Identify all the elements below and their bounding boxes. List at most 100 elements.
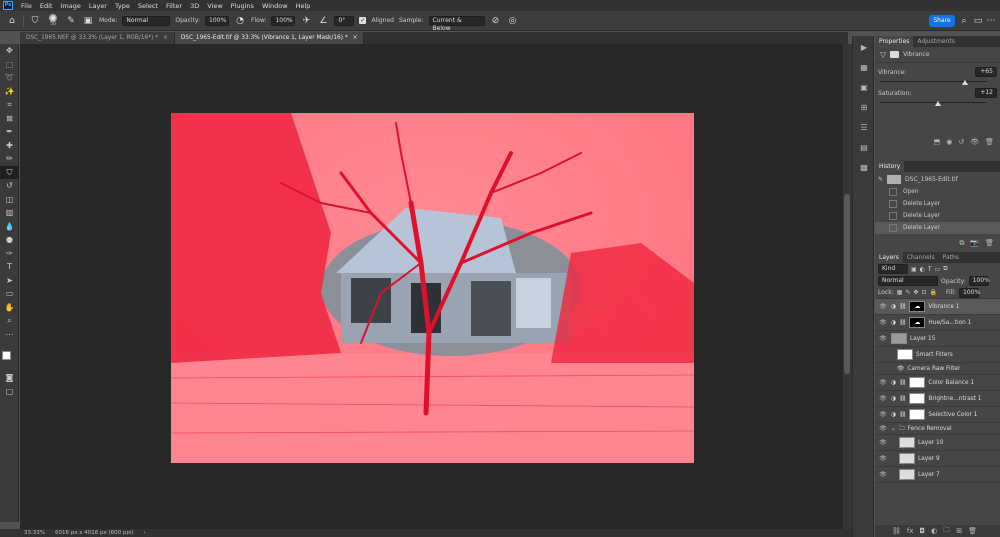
visibility-eye-icon[interactable]: 👁 <box>878 303 888 310</box>
layer-row[interactable]: 👁 Layer 9 <box>875 451 1000 467</box>
new-group-icon[interactable]: 🗀 <box>943 526 950 537</box>
clip-to-layer-icon[interactable]: ⬒ <box>934 138 941 146</box>
airbrush-icon[interactable]: ✈ <box>300 15 312 27</box>
eraser-tool-icon[interactable]: ◫ <box>0 193 19 207</box>
brush-settings-icon[interactable]: ✎ <box>65 15 77 27</box>
menu-layer[interactable]: Layer <box>85 2 111 10</box>
kind-filter-select[interactable]: Kind <box>878 264 908 274</box>
filter-shape-icon[interactable]: ▭ <box>935 266 941 273</box>
sample-select[interactable]: Current & Below <box>428 15 485 32</box>
layer-mask-thumbnail[interactable]: ☁ <box>909 301 926 312</box>
brush-tool-icon[interactable]: ✏ <box>0 152 19 166</box>
close-icon[interactable]: × <box>353 35 358 41</box>
filter-smart-icon[interactable]: ⧉ <box>943 265 947 273</box>
aligned-checkbox[interactable]: ✓ <box>359 17 367 24</box>
share-button[interactable]: Share <box>929 15 955 27</box>
brush-size-picker[interactable]: 50 <box>46 14 60 27</box>
layer-name[interactable]: Fence Removal <box>908 426 952 432</box>
vibrance-slider-handle[interactable] <box>961 80 968 85</box>
home-icon[interactable]: ⌂ <box>6 15 18 27</box>
clone-stamp-tool-icon[interactable]: ⛉ <box>0 165 19 179</box>
glyphs-icon[interactable]: ▣ <box>853 78 875 98</box>
magic-wand-tool-icon[interactable]: ✨ <box>0 85 19 99</box>
visibility-eye-icon[interactable]: 👁 <box>878 379 888 386</box>
settings-icon[interactable]: ⋯ <box>985 15 997 27</box>
crop-tool-icon[interactable]: ⌗ <box>0 98 19 112</box>
healing-brush-tool-icon[interactable]: ✚ <box>0 139 19 153</box>
tab-channels[interactable]: Channels <box>903 252 939 263</box>
zoom-tool-icon[interactable]: ⌕ <box>0 314 19 328</box>
menu-select[interactable]: Select <box>134 2 162 10</box>
zoom-level[interactable]: 33.33% <box>24 530 45 536</box>
layer-name[interactable]: Color Balance 1 <box>928 380 974 386</box>
saturation-slider[interactable] <box>878 99 997 107</box>
layer-name[interactable]: Layer 15 <box>910 336 935 342</box>
tab-layers[interactable]: Layers <box>875 252 903 263</box>
layer-row-smart-filters[interactable]: Smart Filters <box>875 347 1000 363</box>
eyedropper-tool-icon[interactable]: ✒ <box>0 125 19 139</box>
lock-artboard-icon[interactable]: ⊡ <box>921 289 926 296</box>
menu-type[interactable]: Type <box>111 2 134 10</box>
chevron-down-icon[interactable]: ⌄ <box>891 426 896 432</box>
filter-type-icon[interactable]: T <box>928 266 932 273</box>
blend-mode-select[interactable]: Normal <box>878 276 938 286</box>
frame-tool-icon[interactable]: ⊠ <box>0 112 19 126</box>
gradient-tool-icon[interactable]: ▥ <box>0 206 19 220</box>
lasso-tool-icon[interactable]: ➰ <box>0 71 19 85</box>
visibility-eye-icon[interactable]: 👁 <box>878 319 888 326</box>
move-tool-icon[interactable]: ✥ <box>0 44 19 58</box>
blur-tool-icon[interactable]: 💧 <box>0 220 19 234</box>
history-item[interactable]: Open <box>875 186 1000 198</box>
menu-help[interactable]: Help <box>292 2 315 10</box>
layer-row-filter[interactable]: 👁 Camera Raw Filter <box>875 363 1000 375</box>
tab-dsc-1965-nef[interactable]: DSC_1965.NEF @ 33.3% (Layer 1, RGB/16*) … <box>20 32 175 44</box>
history-brush-tool-icon[interactable]: ↺ <box>0 179 19 193</box>
layer-name[interactable]: Hue/Sa...tion 1 <box>928 320 971 326</box>
lock-pixels-icon[interactable]: ▦ <box>897 289 903 296</box>
path-selection-tool-icon[interactable]: ➤ <box>0 274 19 288</box>
vertical-scrollbar[interactable] <box>843 44 852 529</box>
marquee-tool-icon[interactable]: ⬚ <box>0 58 19 72</box>
camera-icon[interactable]: 📷 <box>970 239 979 247</box>
layer-row[interactable]: 👁 Layer 10 <box>875 435 1000 451</box>
layer-group-row[interactable]: 👁 ⌄ 🗀 Fence Removal <box>875 423 1000 435</box>
new-document-icon[interactable]: ⧉ <box>959 239 964 248</box>
new-adjustment-icon[interactable]: ◐ <box>931 527 937 535</box>
trash-icon[interactable]: 🗑 <box>985 138 994 146</box>
lock-position-icon[interactable]: ✥ <box>913 289 918 296</box>
lock-paint-icon[interactable]: ✎ <box>905 289 910 296</box>
vibrance-value-field[interactable]: +65 <box>975 67 997 77</box>
visibility-eye-icon[interactable]: 👁 <box>878 425 888 432</box>
layer-thumbnail[interactable] <box>891 333 907 344</box>
workspace-icon[interactable]: ▭ <box>972 15 984 27</box>
dodge-tool-icon[interactable]: ● <box>0 233 19 247</box>
type-tool-icon[interactable]: T <box>0 260 19 274</box>
visibility-eye-icon[interactable]: 👁 <box>878 439 888 446</box>
history-item[interactable]: Delete Layer <box>875 210 1000 222</box>
history-snapshot[interactable]: ✎ DSC_1965-Edit.tif <box>875 172 1000 186</box>
hand-tool-icon[interactable]: ✋ <box>0 301 19 315</box>
menu-image[interactable]: Image <box>56 2 84 10</box>
add-mask-icon[interactable]: ◘ <box>920 527 926 535</box>
visibility-eye-icon[interactable]: 👁 <box>878 455 888 462</box>
lock-all-icon[interactable]: 🔒 <box>929 289 936 296</box>
mode-select[interactable]: Normal <box>122 15 171 26</box>
history-item[interactable]: Delete Layer <box>875 222 1000 234</box>
layer-name[interactable]: Layer 7 <box>918 472 940 478</box>
saturation-slider-handle[interactable] <box>934 101 941 106</box>
ignore-adjustment-icon[interactable]: ⊘ <box>490 15 502 27</box>
clone-source-icon[interactable]: ▣ <box>82 15 94 27</box>
layer-name[interactable]: Camera Raw Filter <box>907 366 960 372</box>
more-tools-icon[interactable]: ⋯ <box>0 328 19 342</box>
filter-pixel-icon[interactable]: ▣ <box>911 266 917 273</box>
layer-thumbnail[interactable] <box>899 453 915 464</box>
status-menu-arrow-icon[interactable]: › <box>144 530 146 536</box>
screen-mode-icon[interactable]: ▢ <box>0 385 19 399</box>
layer-name[interactable]: Brightne...ntrast 1 <box>928 396 981 402</box>
menu-plugins[interactable]: Plugins <box>227 2 258 10</box>
history-item[interactable]: Delete Layer <box>875 198 1000 210</box>
trash-icon[interactable]: 🗑 <box>968 527 977 535</box>
menu-edit[interactable]: Edit <box>36 2 57 10</box>
document-canvas-image[interactable] <box>171 113 694 463</box>
layer-row[interactable]: 👁 Layer 15 <box>875 331 1000 347</box>
